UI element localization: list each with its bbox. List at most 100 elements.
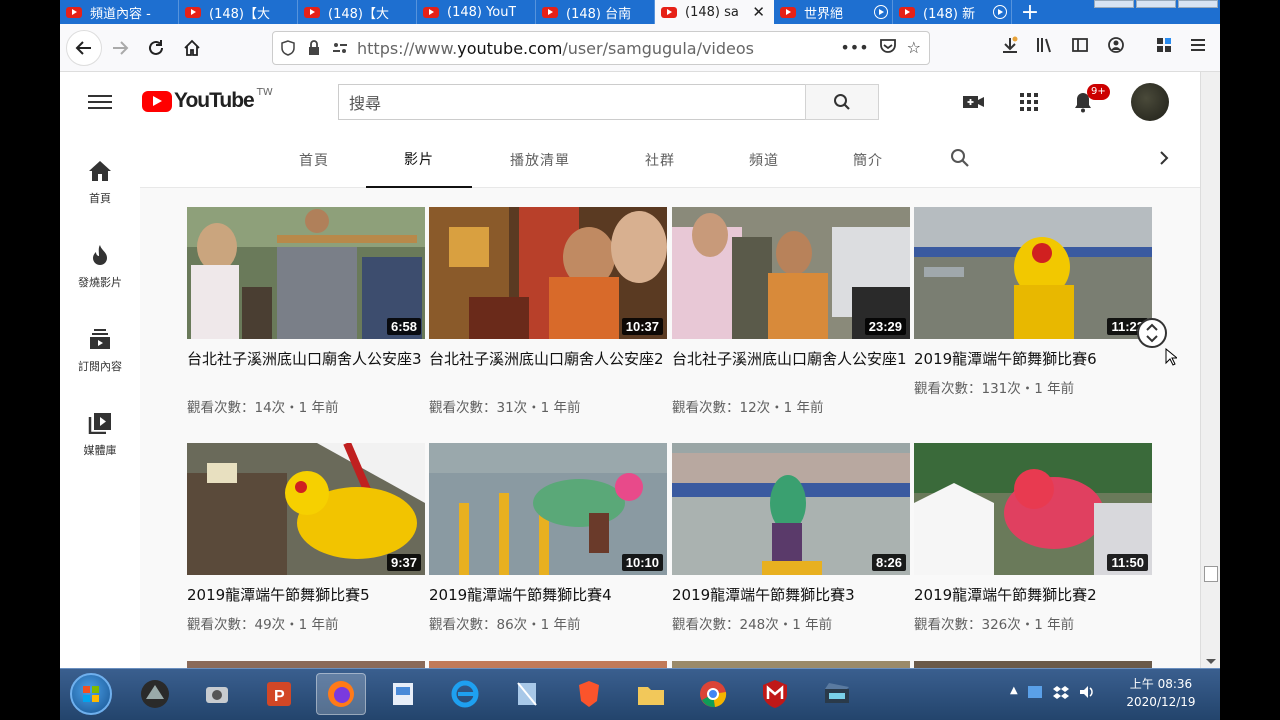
tray-expand-icon[interactable]: ▲ bbox=[1010, 685, 1018, 705]
bookmark-star-icon[interactable]: ☆ bbox=[907, 38, 921, 58]
video-title[interactable]: 2019龍潭端午節舞獅比賽2 bbox=[914, 586, 1150, 605]
video-thumbnail[interactable]: 11:50 bbox=[914, 443, 1152, 575]
volume-tray-icon[interactable] bbox=[1078, 683, 1096, 705]
guide-item-subscriptions[interactable]: 訂閱內容 bbox=[60, 328, 140, 374]
hamburger-menu-icon[interactable] bbox=[1186, 36, 1210, 60]
browser-tab[interactable]: (148)【大 bbox=[298, 0, 417, 24]
pocket-icon[interactable] bbox=[879, 38, 897, 58]
video-duration: 6:58 bbox=[386, 318, 421, 335]
browser-toolbar: https://www.youtube.com/user/samgugula/v… bbox=[60, 24, 1220, 72]
downloads-icon[interactable] bbox=[998, 36, 1022, 60]
search-input[interactable]: 搜尋 bbox=[338, 84, 805, 120]
taskbar-clock[interactable]: 上午 08:36 2020/12/19 bbox=[1116, 675, 1206, 711]
taskbar-internet-explorer[interactable] bbox=[440, 673, 490, 715]
library-icon[interactable] bbox=[1032, 36, 1056, 60]
video-meta: 觀看次數：12次・1 年前 bbox=[672, 400, 824, 416]
taskbar-file-explorer[interactable] bbox=[626, 673, 676, 715]
video-thumbnail[interactable]: 8:26 bbox=[672, 443, 910, 575]
maximize-button[interactable] bbox=[1136, 0, 1176, 8]
sidebar-toggle-icon[interactable] bbox=[1068, 36, 1092, 60]
youtube-logo[interactable]: YouTube TW bbox=[142, 87, 273, 113]
scroll-down-arrow-icon[interactable] bbox=[1206, 659, 1216, 664]
permissions-icon[interactable] bbox=[329, 37, 351, 59]
taskbar-app[interactable] bbox=[378, 673, 428, 715]
reload-button[interactable] bbox=[140, 32, 172, 64]
guide-item-home[interactable]: 首頁 bbox=[60, 160, 140, 206]
browser-tab[interactable]: 世界絕 bbox=[774, 0, 893, 24]
lock-icon[interactable] bbox=[303, 37, 325, 59]
channel-search-icon[interactable] bbox=[950, 148, 970, 172]
video-title[interactable]: 台北社子溪洲底山口廟舍人公安座3 bbox=[187, 350, 423, 369]
extensions-icon[interactable] bbox=[1152, 36, 1176, 60]
avatar[interactable] bbox=[1131, 83, 1169, 121]
more-actions-icon[interactable]: ••• bbox=[840, 38, 868, 58]
video-thumbnail[interactable] bbox=[429, 661, 667, 668]
video-meta: 觀看次數：248次・1 年前 bbox=[672, 617, 833, 633]
taskbar-firefox[interactable] bbox=[316, 673, 366, 715]
video-thumbnail[interactable]: 11:22 bbox=[914, 207, 1152, 339]
page-scrollbar[interactable] bbox=[1200, 72, 1220, 668]
tab-playlists[interactable]: 播放清單 bbox=[486, 132, 594, 188]
playing-audio-icon[interactable] bbox=[874, 5, 888, 19]
video-thumbnail[interactable]: 23:29 bbox=[672, 207, 910, 339]
browser-tab[interactable]: (148) YouT bbox=[417, 0, 536, 24]
playing-audio-icon[interactable] bbox=[993, 5, 1007, 19]
guide-item-trending[interactable]: 發燒影片 bbox=[60, 244, 140, 290]
tab-videos[interactable]: 影片 bbox=[366, 132, 472, 188]
video-thumbnail[interactable] bbox=[914, 661, 1152, 668]
video-title[interactable]: 2019龍潭端午節舞獅比賽5 bbox=[187, 586, 423, 605]
minimize-button[interactable] bbox=[1094, 0, 1134, 8]
video-title[interactable]: 台北社子溪洲底山口廟舍人公安座2 bbox=[429, 350, 665, 369]
url-bar[interactable]: https://www.youtube.com/user/samgugula/v… bbox=[272, 31, 930, 65]
account-icon[interactable] bbox=[1104, 36, 1128, 60]
mouse-cursor-icon bbox=[1165, 347, 1179, 370]
video-thumbnail[interactable]: 9:37 bbox=[187, 443, 425, 575]
taskbar-mcafee[interactable] bbox=[750, 673, 800, 715]
browser-tab[interactable]: 頻道內容 - bbox=[60, 0, 179, 24]
video-thumbnail[interactable]: 10:10 bbox=[429, 443, 667, 575]
video-thumbnail[interactable]: 6:58 bbox=[187, 207, 425, 339]
chevron-right-icon[interactable] bbox=[1158, 150, 1170, 170]
tab-about[interactable]: 簡介 bbox=[818, 132, 918, 188]
forward-button[interactable] bbox=[104, 32, 136, 64]
close-window-button[interactable] bbox=[1178, 0, 1218, 8]
search-button[interactable] bbox=[805, 84, 879, 120]
taskbar-video-editor[interactable] bbox=[812, 673, 862, 715]
apps-button[interactable] bbox=[1017, 90, 1041, 114]
browser-tab[interactable]: (148) 台南 bbox=[536, 0, 655, 24]
video-thumbnail[interactable] bbox=[187, 661, 425, 668]
youtube-favicon-icon bbox=[304, 6, 320, 18]
video-title[interactable]: 台北社子溪洲底山口廟舍人公安座1 bbox=[672, 350, 908, 369]
app-icon bbox=[206, 687, 228, 703]
dropbox-tray-icon[interactable] bbox=[1052, 683, 1070, 705]
back-button[interactable] bbox=[66, 30, 102, 66]
video-title[interactable]: 2019龍潭端午節舞獅比賽6 bbox=[914, 350, 1150, 369]
guide-menu-button[interactable] bbox=[88, 91, 112, 113]
video-title[interactable]: 2019龍潭端午節舞獅比賽3 bbox=[672, 586, 908, 605]
tab-home[interactable]: 首頁 bbox=[278, 132, 350, 188]
network-tray-icon[interactable] bbox=[1026, 683, 1044, 705]
video-thumbnail[interactable]: 10:37 bbox=[429, 207, 667, 339]
browser-tab[interactable]: (148) 新 bbox=[893, 0, 1012, 24]
taskbar-app[interactable] bbox=[130, 673, 180, 715]
taskbar-powerpoint[interactable]: P bbox=[254, 673, 304, 715]
video-thumbnail[interactable] bbox=[672, 661, 910, 668]
video-title[interactable]: 2019龍潭端午節舞獅比賽4 bbox=[429, 586, 665, 605]
create-video-button[interactable] bbox=[962, 90, 986, 114]
shield-icon[interactable] bbox=[277, 37, 299, 59]
taskbar-app[interactable] bbox=[502, 673, 552, 715]
browser-tab-active[interactable]: (148) sa ✕ bbox=[655, 0, 774, 24]
new-tab-button[interactable]: + bbox=[1012, 0, 1048, 25]
tab-community[interactable]: 社群 bbox=[610, 132, 710, 188]
taskbar-chrome[interactable] bbox=[688, 673, 738, 715]
guide-item-library[interactable]: 媒體庫 bbox=[60, 412, 140, 458]
browser-tab[interactable]: (148)【大 bbox=[179, 0, 298, 24]
taskbar-app[interactable] bbox=[192, 673, 242, 715]
close-tab-icon[interactable]: ✕ bbox=[752, 3, 765, 21]
scrollbar-thumb[interactable] bbox=[1204, 566, 1218, 582]
video-duration: 8:26 bbox=[871, 554, 906, 571]
home-button[interactable] bbox=[176, 32, 208, 64]
taskbar-brave[interactable] bbox=[564, 673, 614, 715]
tab-channels[interactable]: 頻道 bbox=[714, 132, 814, 188]
start-button[interactable] bbox=[70, 673, 112, 715]
